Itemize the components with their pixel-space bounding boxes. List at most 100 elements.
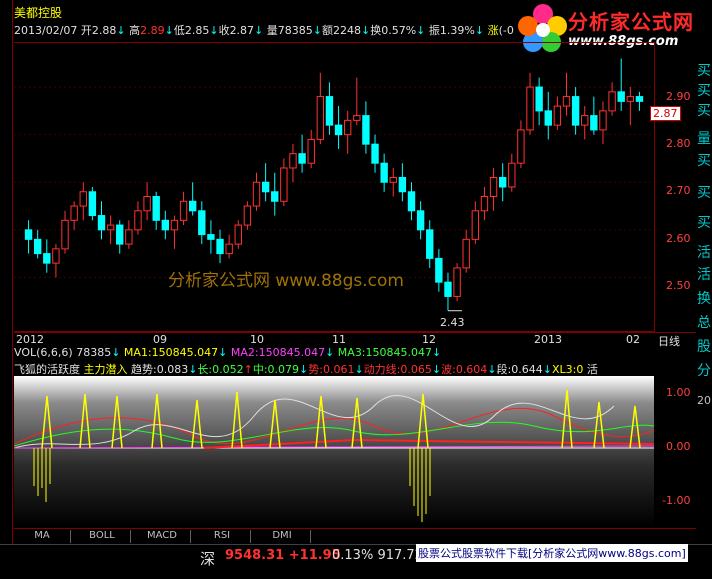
candle [198, 201, 206, 245]
low-value: 2.85 [184, 24, 210, 37]
candle [307, 129, 315, 168]
indicator-long: 长:0.052 [197, 363, 244, 376]
candle [508, 153, 516, 192]
price-tick: 2.80 [666, 137, 691, 150]
candle-body [252, 181, 261, 207]
candle [134, 201, 142, 235]
candle [125, 220, 133, 249]
candle-body [61, 219, 69, 250]
left-toolbar [0, 0, 13, 578]
candle [444, 272, 452, 311]
strip-char: 股 [697, 339, 711, 355]
candle-body [489, 176, 498, 198]
candle-body [325, 96, 334, 126]
open-value: 2.88 [91, 24, 117, 37]
candle-body [389, 176, 397, 183]
candle-body [134, 210, 142, 231]
candle-body [562, 96, 571, 107]
candle-body [635, 96, 644, 102]
strip-char: 买 [697, 63, 711, 79]
close-value: 2.87 [229, 24, 255, 37]
tab-dmi[interactable]: DMI [254, 530, 311, 543]
candle [179, 191, 188, 226]
date-label: 2012 [16, 333, 44, 346]
candle [471, 201, 480, 245]
candle [116, 220, 124, 254]
candle-body [316, 96, 325, 140]
promo-link[interactable]: 股票公式股票软件下载[分析家公式网www.88gs.com] [416, 544, 688, 562]
logo-title: 分析家公式网 [568, 10, 694, 34]
candle-body [435, 257, 443, 283]
indicator-power: 动力线:0.065 [363, 363, 432, 376]
candle [562, 72, 571, 116]
volume-value: 78385 [277, 24, 313, 37]
candle [97, 201, 106, 240]
strip-char: 买 [697, 185, 711, 201]
candle [325, 82, 334, 135]
candle [61, 210, 69, 254]
candle-body [426, 229, 434, 259]
change-label: 涨 [487, 24, 499, 37]
candle-body [198, 210, 206, 236]
candle-body [24, 229, 33, 240]
candle [599, 101, 607, 145]
index-value: 9548.31 +11.95 [225, 548, 341, 563]
strip-char: 分 [697, 363, 711, 379]
candle [389, 167, 397, 197]
candle-body [216, 238, 224, 255]
candle-body [407, 191, 416, 212]
candle-body [52, 248, 60, 264]
tab-boll[interactable]: BOLL [74, 530, 131, 543]
candle-body [88, 191, 97, 217]
indicator-momentum: 势:0.061 [308, 363, 355, 376]
open-label: 开 [80, 24, 92, 37]
candle [407, 182, 416, 221]
candle [334, 106, 343, 149]
candle [626, 87, 635, 126]
date-label: 02 [626, 333, 640, 346]
close-label: 收 [218, 24, 230, 37]
price-tick: 2.90 [666, 90, 691, 103]
indicator-tick: 1.00 [666, 386, 691, 399]
quote-date: 2013/02/07 [14, 24, 78, 37]
candle [362, 101, 370, 154]
candle [289, 144, 297, 183]
candle [252, 172, 261, 211]
vol-ma1: MA1:150845.047 [123, 346, 219, 359]
candle [170, 215, 179, 249]
candle [453, 263, 461, 302]
candle-body [70, 205, 78, 221]
candle [143, 182, 151, 221]
date-label: 2013 [534, 333, 562, 346]
candle [225, 234, 233, 259]
candle-body [106, 224, 115, 231]
volume-label: 量 [266, 24, 278, 37]
price-tick: 2.70 [666, 184, 691, 197]
indicator-active: 活 [586, 363, 598, 376]
indicator-tabs: MA BOLL MACD RSI DMI [14, 528, 696, 545]
index-percent: 0.13% 917.72 [332, 548, 423, 563]
candle-body [362, 115, 370, 145]
candle-body [188, 200, 197, 212]
vol-title: VOL(6,6,6) [14, 346, 73, 359]
candle [380, 153, 388, 192]
strip-char: 总 [697, 315, 711, 331]
strip-char: 量 [697, 131, 711, 147]
tab-ma[interactable]: MA [14, 530, 71, 543]
candle [161, 210, 170, 240]
candle [489, 167, 498, 211]
candle [353, 77, 361, 126]
indicator-panel[interactable] [13, 376, 655, 526]
tab-macd[interactable]: MACD [134, 530, 191, 543]
candle [343, 110, 352, 154]
low-marker: 2.43 [440, 316, 465, 329]
candle [498, 163, 507, 202]
candle [526, 72, 534, 135]
index-number: 9548.31 [225, 548, 285, 563]
candle [271, 172, 279, 216]
candle-body [553, 105, 562, 126]
candle-body [307, 138, 315, 164]
amount-label: 额 [322, 24, 333, 37]
tab-rsi[interactable]: RSI [194, 530, 251, 543]
vol-value: 78385 [76, 346, 112, 359]
